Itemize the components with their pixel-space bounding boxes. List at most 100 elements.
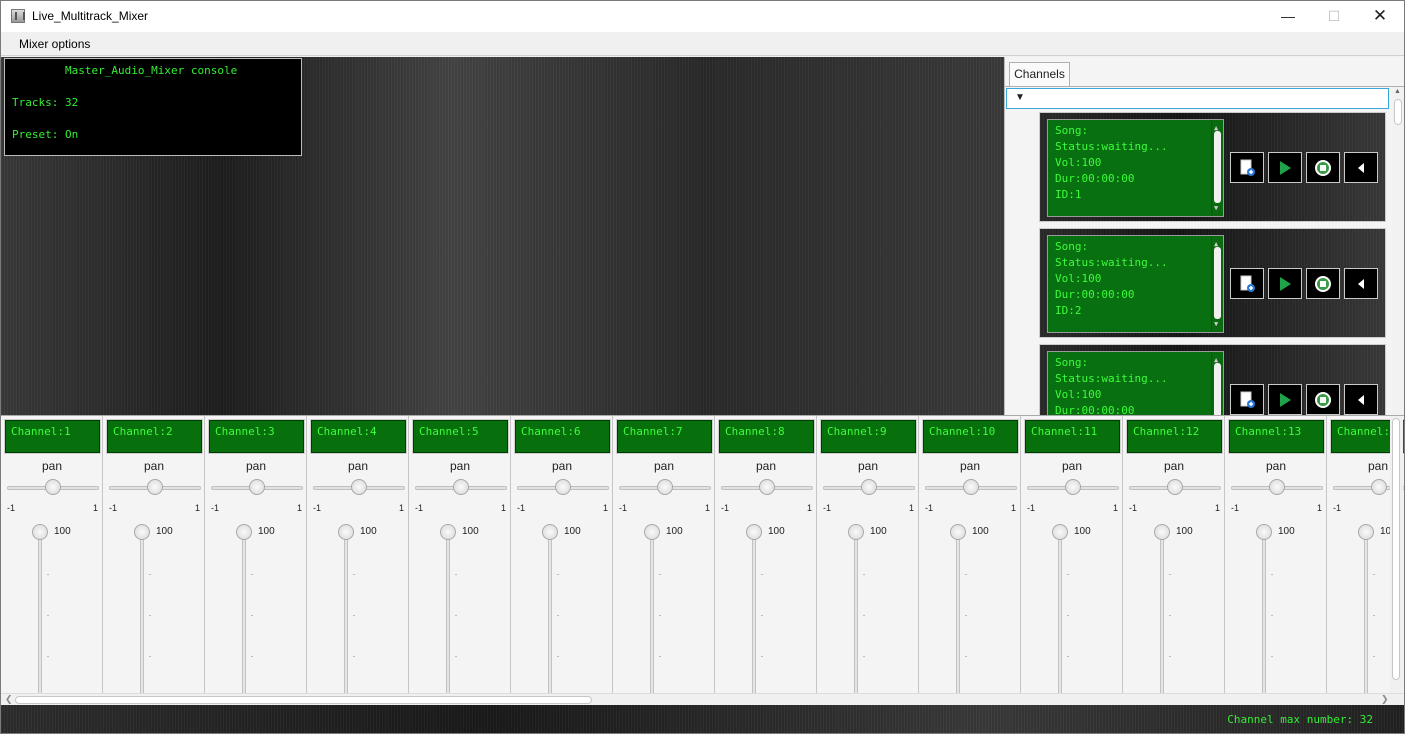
volume-slider[interactable] (650, 535, 654, 695)
pan-slider-thumb[interactable] (45, 479, 61, 495)
volume-value: 100 (54, 526, 71, 537)
volume-slider[interactable] (242, 535, 246, 695)
volume-slider[interactable] (1058, 535, 1062, 695)
volume-slider-thumb[interactable] (644, 524, 660, 540)
channel-strip: Channel:10 pan -1 1 100 (919, 416, 1021, 695)
volume-slider-thumb[interactable] (1358, 524, 1374, 540)
mixer-vertical-scrollbar[interactable] (1390, 416, 1403, 693)
stop-button[interactable] (1306, 152, 1340, 183)
volume-slider[interactable] (956, 535, 960, 695)
mute-icon (1358, 395, 1364, 405)
scroll-thumb[interactable] (1214, 131, 1221, 203)
info-scrollbar[interactable]: ▲▼ (1211, 120, 1223, 216)
load-file-button[interactable] (1230, 384, 1264, 415)
volume-tick (965, 615, 967, 616)
pan-slider-thumb[interactable] (453, 479, 469, 495)
channel-info-text[interactable]: Song: Status:waiting... Vol:100 Dur:00:00:0… (1047, 119, 1224, 217)
volume-slider-thumb[interactable] (848, 524, 864, 540)
volume-tick (1271, 656, 1273, 657)
scroll-up-icon[interactable]: ▲ (1394, 88, 1401, 95)
maximize-button[interactable]: ☐ (1311, 1, 1357, 32)
volume-slider[interactable] (1364, 535, 1368, 695)
volume-slider[interactable] (548, 535, 552, 695)
pan-min-label: -1 (1027, 503, 1036, 513)
pan-max-label: 1 (1317, 503, 1323, 513)
volume-slider[interactable] (344, 535, 348, 695)
channel-info-text[interactable]: Song: Status:waiting... Vol:100 Dur:00:00:0… (1047, 351, 1224, 415)
close-button[interactable]: ✕ (1357, 1, 1403, 32)
volume-slider-thumb[interactable] (950, 524, 966, 540)
scroll-thumb[interactable] (1394, 99, 1402, 125)
volume-slider-thumb[interactable] (746, 524, 762, 540)
stop-button[interactable] (1306, 268, 1340, 299)
volume-slider-thumb[interactable] (236, 524, 252, 540)
volume-slider-thumb[interactable] (134, 524, 150, 540)
mute-button[interactable] (1344, 384, 1378, 415)
volume-slider-thumb[interactable] (1256, 524, 1272, 540)
volume-slider-thumb[interactable] (1052, 524, 1068, 540)
info-scrollbar[interactable]: ▲▼ (1211, 352, 1223, 415)
pan-slider-thumb[interactable] (657, 479, 673, 495)
scroll-thumb[interactable] (1214, 363, 1221, 415)
load-file-button[interactable] (1230, 268, 1264, 299)
scroll-thumb[interactable] (1214, 247, 1221, 319)
expand-arrow-icon[interactable]: ▼ (1015, 92, 1025, 103)
stop-button[interactable] (1306, 384, 1340, 415)
volume-slider[interactable] (446, 535, 450, 695)
scroll-down-icon[interactable]: ▼ (1214, 316, 1218, 332)
scroll-down-icon[interactable]: ▼ (1214, 200, 1218, 216)
volume-slider-thumb[interactable] (32, 524, 48, 540)
info-id: ID:1 (1055, 188, 1082, 201)
pan-max-label: 1 (909, 503, 915, 513)
pan-slider-thumb[interactable] (1269, 479, 1285, 495)
volume-slider-thumb[interactable] (542, 524, 558, 540)
volume-slider[interactable] (1160, 535, 1164, 695)
pan-slider-thumb[interactable] (861, 479, 877, 495)
scroll-left-icon[interactable]: ❮ (5, 694, 13, 705)
info-scrollbar[interactable]: ▲▼ (1211, 236, 1223, 332)
tree-root-row[interactable]: ▼ (1006, 88, 1389, 109)
tab-channels[interactable]: Channels (1009, 62, 1070, 86)
volume-slider[interactable] (1262, 535, 1266, 695)
mute-button[interactable] (1344, 268, 1378, 299)
volume-slider-thumb[interactable] (1154, 524, 1170, 540)
channel-strip: Channel:2 pan -1 1 100 (103, 416, 205, 695)
title-bar[interactable]: Live_Multitrack_Mixer — ☐ ✕ (1, 1, 1404, 32)
pan-slider-thumb[interactable] (1065, 479, 1081, 495)
mute-icon (1358, 163, 1364, 173)
mute-button[interactable] (1344, 152, 1378, 183)
menu-mixer-options[interactable]: Mixer options (19, 37, 90, 51)
load-file-button[interactable] (1230, 152, 1264, 183)
pan-slider-thumb[interactable] (351, 479, 367, 495)
volume-slider[interactable] (752, 535, 756, 695)
minimize-button[interactable]: — (1265, 1, 1311, 32)
pan-slider-thumb[interactable] (963, 479, 979, 495)
scroll-thumb[interactable] (15, 696, 592, 704)
volume-value: 100 (768, 526, 785, 537)
volume-slider-thumb[interactable] (338, 524, 354, 540)
pan-slider-thumb[interactable] (147, 479, 163, 495)
mixer-horizontal-scrollbar[interactable]: ❮ ❯ (1, 693, 1404, 705)
volume-slider[interactable] (38, 535, 42, 695)
channel-strip: Channel:9 pan -1 1 100 (817, 416, 919, 695)
play-button[interactable] (1268, 152, 1302, 183)
pan-slider-thumb[interactable] (555, 479, 571, 495)
play-icon (1280, 277, 1291, 291)
play-button[interactable] (1268, 268, 1302, 299)
pan-slider-thumb[interactable] (249, 479, 265, 495)
pan-slider-thumb[interactable] (1371, 479, 1387, 495)
pan-label: pan (551, 459, 573, 473)
volume-slider[interactable] (854, 535, 858, 695)
pan-slider-thumb[interactable] (759, 479, 775, 495)
channel-info-text[interactable]: Song: Status:waiting... Vol:100 Dur:00:00:0… (1047, 235, 1224, 333)
volume-slider-thumb[interactable] (440, 524, 456, 540)
pan-slider-thumb[interactable] (1167, 479, 1183, 495)
scroll-right-icon[interactable]: ❯ (1381, 694, 1389, 705)
play-button[interactable] (1268, 384, 1302, 415)
scroll-thumb[interactable] (1392, 418, 1400, 680)
volume-value: 100 (156, 526, 173, 537)
volume-slider[interactable] (140, 535, 144, 695)
volume-tick (863, 656, 865, 657)
channels-vertical-scrollbar[interactable]: ▲ (1392, 87, 1404, 415)
pan-label: pan (959, 459, 981, 473)
